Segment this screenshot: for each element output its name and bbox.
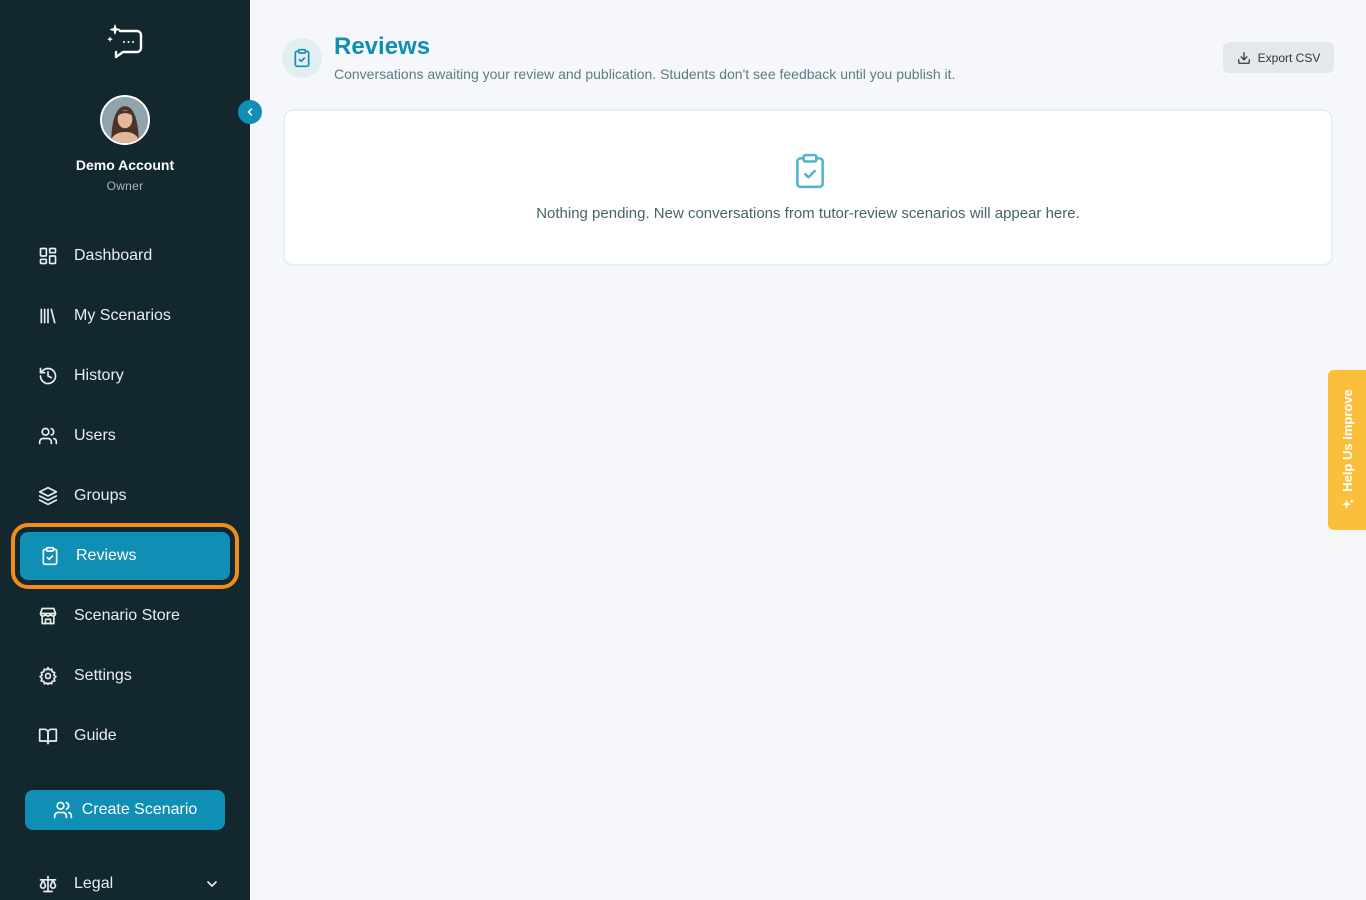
scale-icon — [39, 875, 57, 893]
sidebar-item-label: Guide — [74, 727, 117, 744]
clipboard-check-icon — [42, 546, 58, 566]
book-open-icon — [38, 728, 58, 745]
sidebar-item-label: My Scenarios — [74, 307, 171, 324]
sidebar-item-scenario-store[interactable]: Scenario Store — [18, 590, 232, 642]
sidebar-item-label: Reviews — [76, 547, 137, 564]
library-icon — [40, 308, 56, 324]
layers-icon — [38, 486, 58, 506]
clipboard-check-icon — [796, 153, 824, 189]
sidebar-item-label: Settings — [74, 667, 132, 684]
sidebar-item-reviews[interactable]: Reviews — [11, 523, 239, 589]
export-csv-label: Export CSV — [1257, 50, 1321, 65]
sidebar-item-label: Scenario Store — [74, 607, 180, 624]
sidebar-item-label: Users — [74, 427, 116, 444]
sidebar-item-dashboard[interactable]: Dashboard — [18, 230, 232, 282]
page-subtitle: Conversations awaiting your review and p… — [334, 66, 956, 82]
sidebar-item-users[interactable]: Users — [18, 410, 232, 462]
sidebar-item-label: Dashboard — [74, 247, 153, 264]
sidebar-item-guide[interactable]: Guide — [18, 710, 232, 762]
sidebar-item-my-scenarios[interactable]: My Scenarios — [18, 290, 232, 342]
sidebar-item-label: Groups — [74, 487, 127, 504]
history-icon — [39, 367, 57, 385]
page-icon — [282, 38, 322, 78]
sidebar-item-history[interactable]: History — [18, 350, 232, 402]
help-us-improve-tab[interactable]: Help Us Improve — [1328, 370, 1366, 530]
export-csv-button[interactable]: Export CSV — [1223, 42, 1334, 73]
chevron-left-icon — [247, 108, 253, 116]
sparkles-icon — [1341, 498, 1354, 509]
sidebar-item-label: Legal — [74, 875, 114, 892]
sidebar-item-label: History — [74, 367, 124, 384]
chevron-down-icon — [207, 881, 217, 887]
users-icon — [53, 801, 72, 819]
create-scenario-label: Create Scenario — [81, 801, 198, 818]
clipboard-check-icon — [294, 48, 310, 68]
download-icon — [1237, 51, 1250, 64]
empty-state-message: Nothing pending. New conversations from … — [536, 205, 1080, 222]
store-icon — [39, 607, 57, 625]
sidebar-item-legal[interactable]: Legal — [18, 862, 232, 900]
profile-name: Demo Account — [75, 157, 175, 173]
sidebar-item-groups[interactable]: Groups — [18, 470, 232, 522]
help-us-improve-label: Help Us Improve — [1339, 388, 1355, 492]
app-logo-icon[interactable] — [106, 22, 144, 60]
sidebar-item-settings[interactable]: Settings — [18, 650, 232, 702]
avatar[interactable] — [100, 95, 150, 145]
empty-state-card: Nothing pending. New conversations from … — [283, 109, 1333, 266]
sidebar-collapse-button[interactable] — [238, 100, 262, 124]
create-scenario-button[interactable]: Create Scenario — [25, 790, 225, 830]
dashboard-icon — [39, 247, 57, 265]
users-icon — [38, 427, 58, 445]
profile-role: Owner — [106, 179, 144, 193]
gear-icon — [39, 666, 57, 686]
sidebar: Demo Account Owner Dashboard My Scenario… — [0, 0, 250, 900]
page-title: Reviews — [334, 33, 431, 60]
